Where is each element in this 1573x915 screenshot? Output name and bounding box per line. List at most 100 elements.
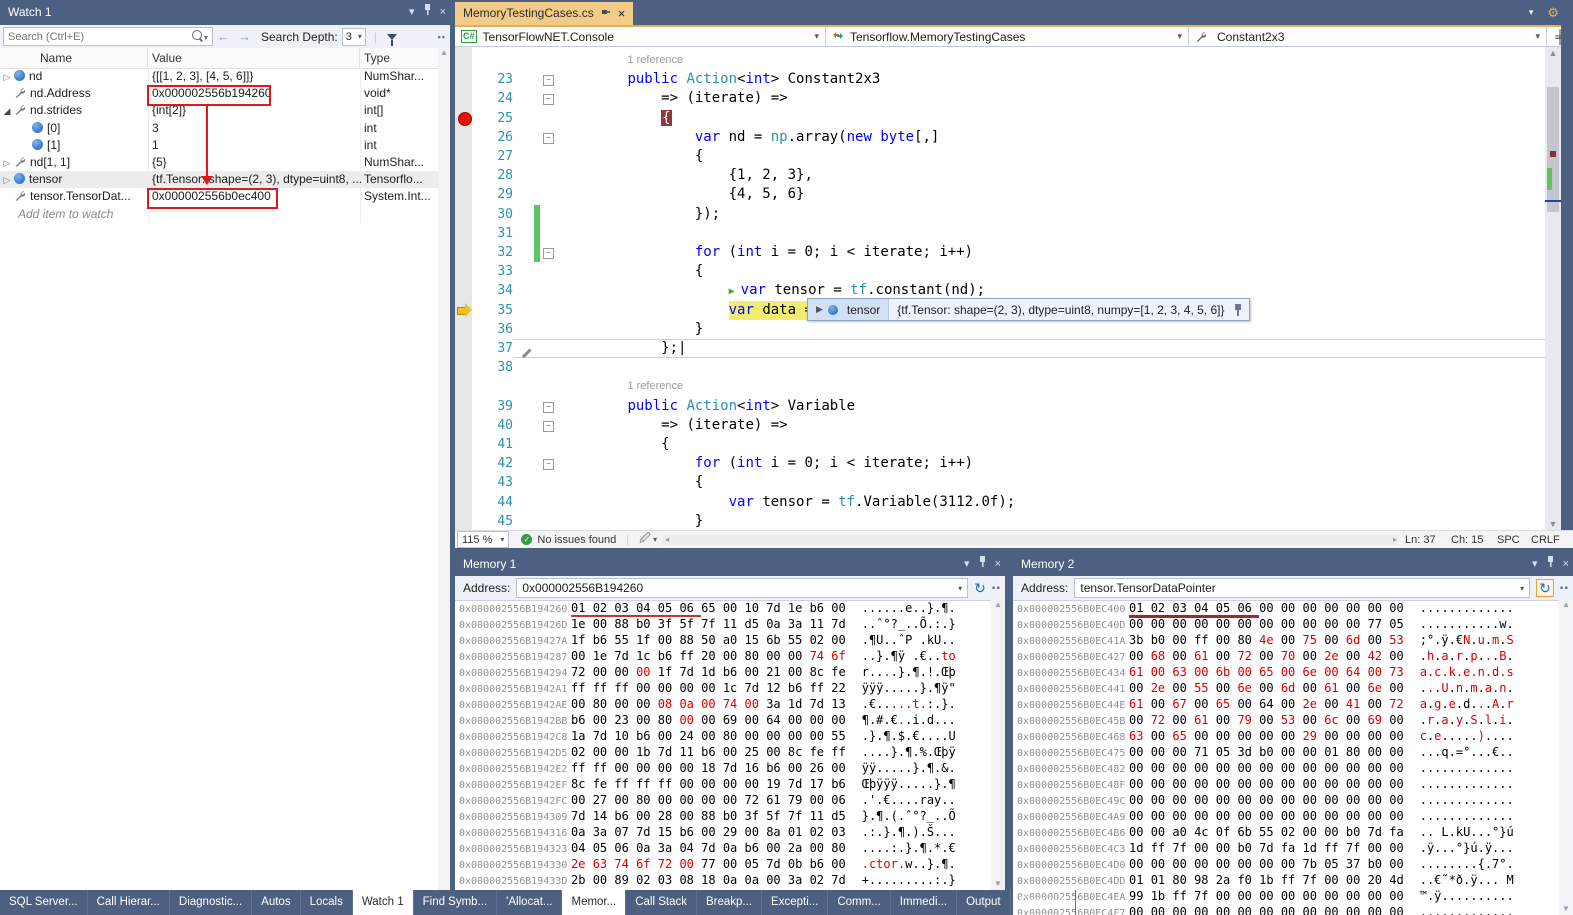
line-number[interactable]: 29 (472, 185, 513, 204)
toolbar-overflow-icon[interactable]: ▪▪ (1560, 583, 1569, 594)
memory1-title-bar[interactable]: Memory 1 ▾ × (455, 553, 1005, 576)
line-number[interactable]: 27 (472, 147, 513, 166)
line-number[interactable]: 32 (472, 243, 513, 262)
fold-collapse-box[interactable]: − (543, 75, 554, 86)
fold-collapse-box[interactable]: − (543, 402, 554, 413)
toolbar-overflow-icon[interactable]: ▪▪ (438, 32, 446, 42)
code-line[interactable]: 27{ (455, 147, 1545, 166)
search-input[interactable]: Search (Ctrl+E) ▾ (3, 27, 213, 46)
line-ending-indicator[interactable]: CRLF (1531, 534, 1567, 546)
memory-row[interactable]: 0x000002556B0EC48F00 00 00 00 00 00 00 0… (1017, 776, 1557, 792)
memory-row[interactable]: 0x000002556B1942C81a 7d 10 b6 00 24 00 8… (459, 728, 989, 744)
tool-window-tab[interactable]: Diagnostic... (170, 890, 252, 915)
tool-window-tab[interactable]: Immedi... (891, 890, 957, 915)
memory-row[interactable]: 0x000002556B0EC40001 02 03 04 05 06 00 0… (1017, 600, 1557, 616)
memory-row[interactable]: 0x000002556B19428700 1e 7d 1c b6 ff 20 0… (459, 648, 989, 664)
breakpoint-icon[interactable] (458, 112, 472, 126)
watch-add-item-row[interactable]: Add item to watch (0, 206, 438, 223)
datatip-pin-icon[interactable] (1233, 304, 1243, 316)
line-number[interactable]: 33 (472, 262, 513, 281)
memory-row[interactable]: 0x000002556B0EC47500 00 00 71 05 3d b0 0… (1017, 744, 1557, 760)
line-number[interactable]: 41 (472, 435, 513, 454)
horizontal-scrollbar[interactable]: ◂▸ (663, 535, 1399, 545)
health-status-text[interactable]: No issues found (537, 534, 616, 546)
watch-row[interactable]: ▷nd[1, 1]{5}NumShar... (0, 154, 438, 171)
tool-window-tab[interactable]: Watch 1 (353, 890, 414, 915)
collapse-icon[interactable]: ◢ (0, 103, 14, 120)
memory2-address-input[interactable]: tensor.TensorDataPointer▾ (1074, 578, 1530, 598)
memory-row[interactable]: 0x000002556B0EC44E61 00 67 00 65 00 64 0… (1017, 696, 1557, 712)
line-indicator[interactable]: Ln: 37 (1405, 534, 1451, 546)
line-number[interactable]: 23 (472, 70, 513, 89)
memory-row[interactable]: 0x000002556B0EC4D000 00 00 00 00 00 00 0… (1017, 856, 1557, 872)
line-number[interactable]: 28 (472, 166, 513, 185)
tool-window-tab[interactable]: Find Symb... (414, 890, 498, 915)
window-position-icon[interactable]: ▾ (964, 553, 970, 576)
editor-vertical-scrollbar[interactable]: ▲ ▼ (1545, 47, 1561, 530)
fold-collapse-box[interactable]: − (543, 133, 554, 144)
code-line[interactable]: 24−=> (iterate) => (455, 89, 1545, 108)
pin-icon[interactable] (978, 553, 987, 576)
tool-window-tab[interactable]: Autos (252, 890, 300, 915)
tool-window-tab[interactable]: Error List (1011, 890, 1077, 915)
line-number[interactable]: 37 (472, 339, 513, 358)
fold-collapse-box[interactable]: − (543, 421, 554, 432)
tool-window-tab[interactable]: 'Allocat... (497, 890, 562, 915)
code-line[interactable]: 28{1, 2, 3}, (455, 166, 1545, 185)
memory-row[interactable]: 0x000002556B0EC4EA99 1b ff 7f 00 00 00 0… (1017, 888, 1557, 904)
memory1-scrollbar[interactable]: ▲▼ (991, 600, 1005, 890)
tool-window-tab[interactable]: Comm... (828, 890, 890, 915)
codelens-references[interactable]: 1 reference (627, 51, 683, 70)
line-number[interactable]: 31 (472, 224, 513, 243)
tool-window-tab[interactable]: Memor... (562, 890, 626, 915)
memory-row[interactable]: 0x000002556B0EC48200 00 00 00 00 00 00 0… (1017, 760, 1557, 776)
watch-row[interactable]: [0]3int (0, 120, 438, 137)
code-line[interactable]: 36} (455, 320, 1545, 339)
fold-collapse-box[interactable]: − (543, 248, 554, 259)
memory1-hex-view[interactable]: 0x000002556B19426001 02 03 04 05 06 65 0… (459, 600, 989, 890)
memory-row[interactable]: 0x000002556B0EC44100 2e 00 55 00 6e 00 6… (1017, 680, 1557, 696)
memory-row[interactable]: 0x000002556B0EC4B600 00 a0 4c 0f 6b 55 0… (1017, 824, 1557, 840)
memory-row[interactable]: 0x000002556B1943160a 3a 07 7d 15 b6 00 2… (459, 824, 989, 840)
memory-row[interactable]: 0x000002556B1942A1ff ff ff 00 00 00 00 1… (459, 680, 989, 696)
memory-row[interactable]: 0x000002556B0EC42700 68 00 61 00 72 00 7… (1017, 648, 1557, 664)
code-line[interactable]: 37};| (455, 339, 1545, 358)
type-dropdown[interactable]: Tensorflow.MemoryTestingCases▾ (826, 27, 1189, 46)
datatip-expander-icon[interactable]: ▶ (816, 304, 823, 315)
memory-row[interactable]: 0x000002556B19427A1f b6 55 1f 00 88 50 a… (459, 632, 989, 648)
tool-window-tab[interactable]: Breakp... (697, 890, 762, 915)
pin-icon[interactable] (1546, 553, 1555, 576)
memory-row[interactable]: 0x000002556B0EC41A3b b0 00 ff 00 80 4e 0… (1017, 632, 1557, 648)
memory-row[interactable]: 0x000002556B1942FC00 27 00 80 00 00 00 0… (459, 792, 989, 808)
fold-collapse-box[interactable]: − (543, 459, 554, 470)
code-line[interactable]: 38 (455, 358, 1545, 377)
line-number[interactable]: 35 (472, 301, 513, 320)
memory-row[interactable]: 0x000002556B19426D1e 00 88 b0 3f 5f 7f 1… (459, 616, 989, 632)
tool-window-tab[interactable]: Locals (301, 890, 353, 915)
search-prev-icon[interactable]: ← (217, 29, 230, 44)
tool-window-tab[interactable]: Call Hierar... (88, 890, 170, 915)
code-line[interactable]: 25{ (455, 109, 1545, 128)
code-area[interactable]: 1 reference23−public Action<int> Constan… (455, 47, 1545, 530)
tab-list-chevron-icon[interactable]: ▾ (1529, 7, 1534, 18)
pin-icon[interactable] (423, 0, 432, 25)
watch-row[interactable]: tensor.TensorDat...0x000002556b0ec400Sys… (0, 188, 438, 205)
memory-row[interactable]: 0x000002556B19433D2b 00 89 02 03 08 18 0… (459, 872, 989, 888)
memory1-address-input[interactable]: 0x000002556B194260▾ (516, 578, 968, 598)
memory-row[interactable]: 0x000002556B0EC49C00 00 00 00 00 00 00 0… (1017, 792, 1557, 808)
line-number[interactable]: 44 (472, 493, 513, 512)
line-number[interactable]: 24 (472, 89, 513, 108)
tool-window-tab[interactable]: Output (957, 890, 1011, 915)
column-header-type[interactable]: Type (360, 48, 438, 68)
line-number[interactable]: 25 (472, 109, 513, 128)
line-number[interactable]: 45 (472, 512, 513, 530)
watch-row[interactable]: ◢nd.strides{int[2]}int[] (0, 102, 438, 119)
tab-pin-icon[interactable] (601, 2, 611, 25)
code-line[interactable]: 23−public Action<int> Constant2x3 (455, 70, 1545, 89)
scrollbar-thumb[interactable] (1547, 87, 1559, 212)
zoom-select[interactable]: 115 %▾ (457, 531, 509, 548)
code-line[interactable]: 26−var nd = np.array(new byte[,] (455, 128, 1545, 147)
tool-window-tab[interactable]: SQL Server... (0, 890, 88, 915)
code-line[interactable]: 29{4, 5, 6} (455, 185, 1545, 204)
fold-collapse-box[interactable]: − (543, 94, 554, 105)
